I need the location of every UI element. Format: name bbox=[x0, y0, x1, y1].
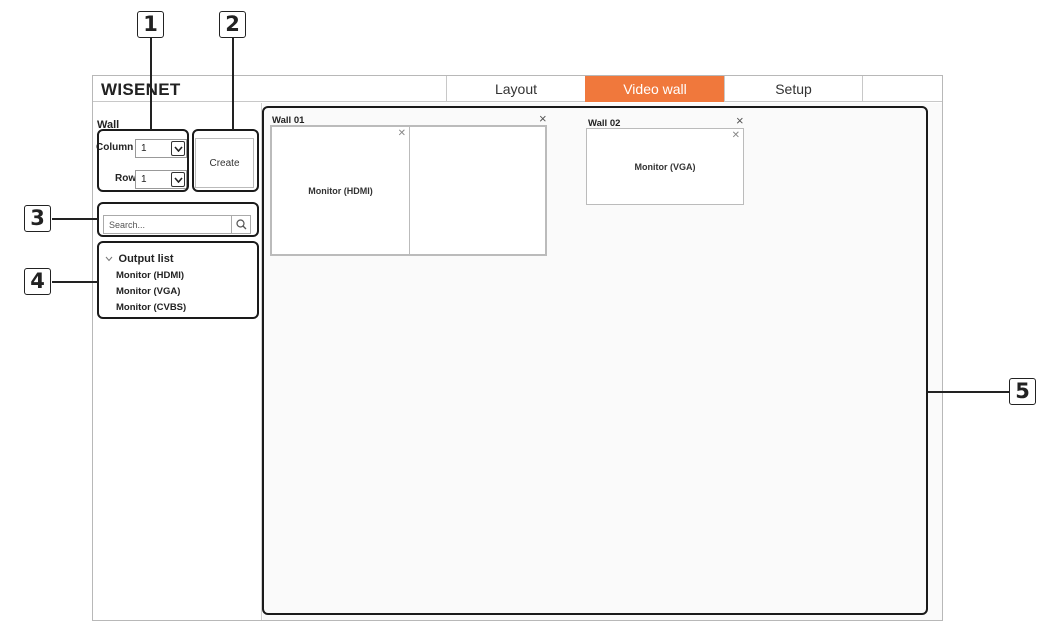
output-item-hdmi[interactable]: Monitor (HDMI) bbox=[116, 270, 184, 281]
output-list-header[interactable]: Output list bbox=[105, 253, 174, 265]
leader-line bbox=[52, 218, 98, 220]
close-icon[interactable]: ✕ bbox=[398, 128, 406, 139]
wall-01-cell-1[interactable]: ✕ Monitor (HDMI) bbox=[271, 126, 410, 255]
create-button[interactable]: Create bbox=[195, 138, 254, 188]
search-input[interactable] bbox=[104, 216, 231, 233]
cell-label: Monitor (HDMI) bbox=[308, 185, 373, 196]
chevron-down-icon[interactable] bbox=[171, 141, 185, 156]
wall-02-cell-1[interactable]: ✕ Monitor (VGA) bbox=[587, 129, 743, 204]
wall-02: ✕ Monitor (VGA) bbox=[586, 128, 744, 205]
wisenet-logo: WISENET bbox=[101, 80, 181, 99]
callout-1: 1 bbox=[137, 11, 164, 38]
wall-01-cell-2[interactable] bbox=[409, 126, 546, 255]
close-icon[interactable]: ✕ bbox=[732, 130, 740, 141]
app-window: WISENET Layout Video wall Setup Wall Col… bbox=[92, 75, 943, 621]
output-item-cvbs[interactable]: Monitor (CVBS) bbox=[116, 302, 186, 313]
row-label: Row bbox=[115, 173, 137, 184]
leader-line bbox=[150, 37, 152, 130]
top-bar: WISENET Layout Video wall Setup bbox=[93, 76, 942, 102]
tab-setup[interactable]: Setup bbox=[724, 76, 863, 102]
leader-line bbox=[928, 391, 1009, 393]
callout-5: 5 bbox=[1009, 378, 1036, 405]
leader-line bbox=[232, 37, 234, 130]
video-wall-canvas: Wall 01 × ✕ Monitor (HDMI) Wall 02 × ✕ M… bbox=[263, 103, 942, 620]
tab-video-wall[interactable]: Video wall bbox=[585, 76, 724, 102]
close-icon[interactable]: × bbox=[736, 114, 744, 127]
search-box bbox=[103, 215, 251, 234]
wall-section-title: Wall bbox=[97, 119, 120, 131]
chevron-down-icon[interactable] bbox=[171, 172, 185, 187]
callout-2: 2 bbox=[219, 11, 246, 38]
callout-4: 4 bbox=[24, 268, 51, 295]
wall-01: ✕ Monitor (HDMI) bbox=[270, 125, 547, 256]
manual-figure: WISENET Layout Video wall Setup Wall Col… bbox=[0, 0, 1041, 621]
column-select-value: 1 bbox=[141, 143, 147, 154]
tab-layout[interactable]: Layout bbox=[446, 76, 585, 102]
callout-3: 3 bbox=[24, 205, 51, 232]
output-item-vga[interactable]: Monitor (VGA) bbox=[116, 286, 180, 297]
row-select-value: 1 bbox=[141, 174, 147, 185]
cell-label: Monitor (VGA) bbox=[634, 161, 696, 172]
column-label: Column bbox=[96, 142, 134, 153]
search-icon[interactable] bbox=[231, 216, 250, 233]
column-select[interactable]: 1 bbox=[135, 139, 187, 158]
row-select[interactable]: 1 bbox=[135, 170, 187, 189]
leader-line bbox=[52, 281, 98, 283]
output-list-title: Output list bbox=[118, 253, 174, 265]
close-icon[interactable]: × bbox=[539, 112, 547, 125]
chevron-down-icon[interactable] bbox=[105, 254, 116, 264]
sidebar: Wall Column 1 Row 1 Create Search... Out… bbox=[93, 103, 262, 620]
